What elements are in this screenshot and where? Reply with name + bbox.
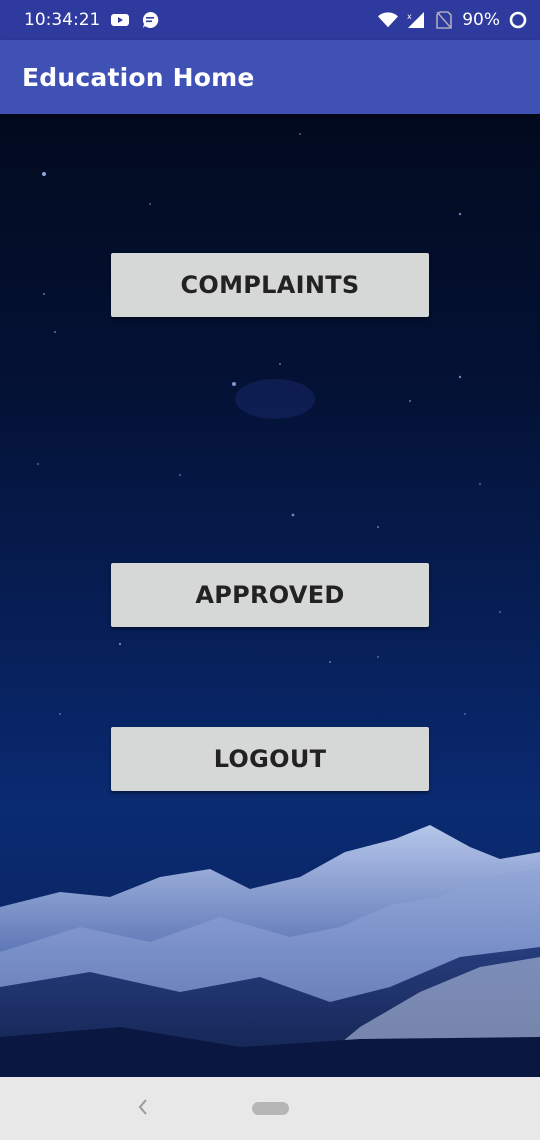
signal-icon: x bbox=[406, 10, 426, 30]
svg-text:x: x bbox=[407, 12, 412, 21]
logout-button[interactable]: LOGOUT bbox=[111, 727, 429, 791]
approved-button[interactable]: APPROVED bbox=[111, 563, 429, 627]
status-left: 10:34:21 bbox=[24, 10, 160, 30]
battery-percent: 90% bbox=[462, 10, 500, 30]
snowy-mountains-background bbox=[0, 825, 540, 1077]
wifi-icon bbox=[378, 10, 399, 30]
home-pill-icon[interactable] bbox=[252, 1102, 289, 1115]
status-right: x 90% bbox=[378, 10, 528, 30]
message-icon bbox=[140, 10, 160, 30]
youtube-icon bbox=[110, 10, 130, 30]
system-nav-bar bbox=[0, 1077, 540, 1140]
no-sim-icon bbox=[434, 10, 454, 30]
status-time: 10:34:21 bbox=[24, 10, 101, 30]
page-title: Education Home bbox=[22, 62, 255, 92]
battery-ring-icon bbox=[508, 10, 528, 30]
status-bar: 10:34:21 x 90% bbox=[0, 0, 540, 40]
complaints-button[interactable]: COMPLAINTS bbox=[111, 253, 429, 317]
app-bar: Education Home bbox=[0, 40, 540, 114]
back-icon[interactable] bbox=[131, 1095, 155, 1119]
main-content: COMPLAINTS APPROVED LOGOUT bbox=[0, 114, 540, 1077]
